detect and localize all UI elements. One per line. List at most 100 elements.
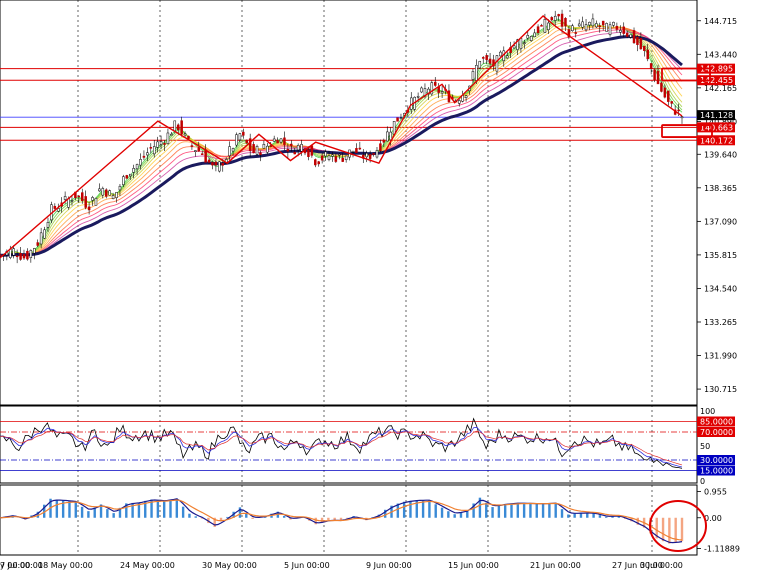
candle-body-27 <box>91 197 94 201</box>
macd-bar-54 <box>169 499 172 518</box>
time-label-3: 30 May 00:00 <box>202 561 257 570</box>
candle-body-55 <box>187 135 190 139</box>
ma-slow-line <box>0 35 683 257</box>
candle-body-58 <box>197 147 201 152</box>
candle-body-59 <box>200 153 204 155</box>
macd-tick-label-1: 0.00 <box>704 514 722 523</box>
candle-body-78 <box>266 145 269 153</box>
candle-body-177 <box>605 23 608 32</box>
price-axis: 144.715143.440142.165140.890139.640138.3… <box>697 17 737 394</box>
macd-bar-174 <box>548 503 551 518</box>
candle-body-10 <box>33 248 36 254</box>
candle-body-94 <box>320 155 324 161</box>
macd-bar-22 <box>68 501 71 518</box>
macd-bar-28 <box>87 511 90 518</box>
candle-body-153 <box>523 42 526 44</box>
rsi-signal-line <box>0 426 683 468</box>
price-tick-label-11: 130.715 <box>704 385 737 394</box>
candle-body-35 <box>118 185 122 191</box>
candle-body-169 <box>577 23 581 27</box>
rsi-tick-label-1: 50 <box>700 442 710 451</box>
time-label-9: 3 Jul 00:00 <box>640 561 683 570</box>
candle-body-5 <box>15 255 19 258</box>
price-tick-label-5: 138.365 <box>704 184 737 193</box>
candle-body-180 <box>615 25 619 30</box>
price-tick-label-8: 134.540 <box>704 284 737 293</box>
candle-body-4 <box>12 248 15 256</box>
macd-bar-154 <box>485 502 488 518</box>
candle-body-6 <box>19 253 22 260</box>
macd-bar-172 <box>541 503 545 518</box>
rsi-indicator: 85.000070.0000 30.0000 15.0000 100 50 0 <box>0 407 735 486</box>
macd-bar-100 <box>314 517 317 525</box>
candle-body-174 <box>595 23 598 28</box>
macd-bar-18 <box>55 499 59 518</box>
candle-body-129 <box>440 91 444 94</box>
chart-canvas[interactable]: 85.000070.0000 30.0000 15.0000 100 50 0 0.955… <box>0 0 770 575</box>
candle-body-163 <box>557 14 560 17</box>
candle-body-122 <box>416 96 420 98</box>
macd-bar-26 <box>80 506 84 518</box>
candle-body-83 <box>283 137 286 145</box>
candle-body-101 <box>344 155 348 160</box>
candle-body-195 <box>667 90 670 102</box>
macd-bar-128 <box>402 501 406 518</box>
candle-body-80 <box>272 138 276 142</box>
candle-body-88 <box>300 144 303 152</box>
price-tick-label-10: 131.990 <box>704 352 737 361</box>
candle-body-158 <box>540 25 543 27</box>
zigzag-line <box>0 14 683 259</box>
candle-body-61 <box>207 159 211 163</box>
candle-body-46 <box>156 141 159 148</box>
rsi-tick-label-0: 100 <box>700 407 715 416</box>
macd-bar-56 <box>175 498 179 518</box>
time-label-10: 7 Jul 00:00 <box>0 561 43 570</box>
rsi-level-tag-3: 15.0000 <box>700 467 733 476</box>
candle-body-52 <box>176 124 180 131</box>
macd-bar-34 <box>106 509 109 518</box>
candle-body-167 <box>571 25 574 32</box>
candle-body-96 <box>327 155 331 160</box>
candle-body-11 <box>36 242 39 246</box>
candle-body-189 <box>646 49 649 60</box>
candle-body-191 <box>653 69 656 81</box>
candle-body-97 <box>331 154 334 157</box>
candle-body-188 <box>643 45 646 51</box>
candle-body-154 <box>526 35 530 39</box>
candle-body-57 <box>194 150 197 152</box>
candle-body-196 <box>670 101 673 104</box>
macd-bar-78 <box>245 513 248 518</box>
candle-body-159 <box>543 19 547 33</box>
candle-body-192 <box>656 70 660 85</box>
candle-body-92 <box>314 159 317 166</box>
rsi-tick-label-2: 0 <box>700 477 705 486</box>
candle-body-63 <box>214 161 218 166</box>
candle-body-185 <box>632 30 636 44</box>
candle-body-172 <box>588 21 591 26</box>
macd-bar-80 <box>251 517 254 519</box>
candle-body-170 <box>581 21 584 28</box>
candle-body-76 <box>259 152 262 155</box>
macd-bar-166 <box>522 503 526 518</box>
candle-body-91 <box>310 145 314 156</box>
candle-body-183 <box>625 32 629 37</box>
macd-bar-104 <box>327 517 330 520</box>
candle-body-79 <box>269 145 272 147</box>
candle-body-90 <box>307 149 310 157</box>
trading-chart[interactable]: 85.0000 70.0000 30.0000 15.0000 100 50 0 0.955… <box>0 0 770 575</box>
ma-line-8 <box>0 31 683 256</box>
candle-body-105 <box>358 147 362 150</box>
macd-bar-136 <box>428 500 431 518</box>
candle-body-41 <box>139 159 142 166</box>
candle-body-67 <box>228 146 231 157</box>
time-label-5: 9 Jun 00:00 <box>366 561 412 570</box>
candle-body-160 <box>547 22 550 30</box>
macd-bar-156 <box>491 507 494 518</box>
macd-bar-24 <box>74 501 77 518</box>
candle-body-68 <box>231 148 235 152</box>
candle-body-71 <box>242 131 245 136</box>
candle-body-175 <box>598 25 601 28</box>
ma-line-7 <box>0 29 683 256</box>
macd-bar-164 <box>516 502 520 518</box>
macd-bar-144 <box>453 514 456 518</box>
